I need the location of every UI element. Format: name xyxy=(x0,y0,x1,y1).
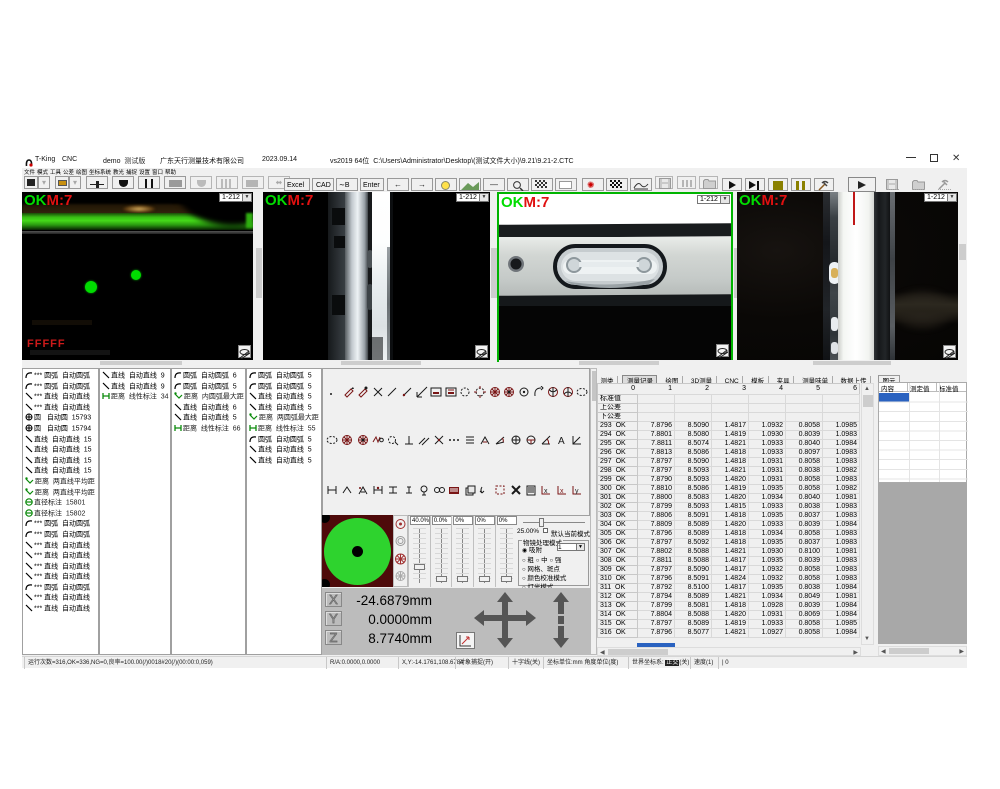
svg-text:x: x xyxy=(544,488,548,495)
svg-text:x: x xyxy=(560,488,564,495)
svg-text:y: y xyxy=(575,488,579,495)
svg-text:A: A xyxy=(558,436,565,446)
